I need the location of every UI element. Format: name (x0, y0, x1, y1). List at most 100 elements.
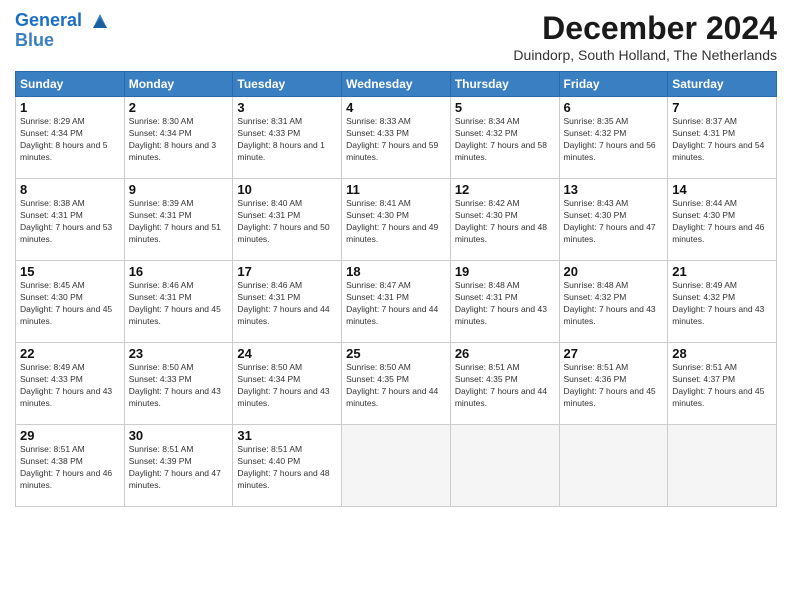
day-detail: Sunrise: 8:51 AMSunset: 4:35 PMDaylight:… (455, 362, 555, 410)
calendar-cell: 21 Sunrise: 8:49 AMSunset: 4:32 PMDaylig… (668, 261, 777, 343)
day-detail: Sunrise: 8:51 AMSunset: 4:40 PMDaylight:… (237, 444, 337, 492)
calendar-cell (559, 425, 668, 507)
day-number: 11 (346, 182, 446, 197)
day-number: 24 (237, 346, 337, 361)
day-number: 18 (346, 264, 446, 279)
col-header-wednesday: Wednesday (342, 72, 451, 97)
calendar-cell: 8 Sunrise: 8:38 AMSunset: 4:31 PMDayligh… (16, 179, 125, 261)
day-detail: Sunrise: 8:42 AMSunset: 4:30 PMDaylight:… (455, 198, 555, 246)
day-detail: Sunrise: 8:41 AMSunset: 4:30 PMDaylight:… (346, 198, 446, 246)
calendar-cell: 19 Sunrise: 8:48 AMSunset: 4:31 PMDaylig… (450, 261, 559, 343)
calendar-cell: 16 Sunrise: 8:46 AMSunset: 4:31 PMDaylig… (124, 261, 233, 343)
location: Duindorp, South Holland, The Netherlands (513, 47, 777, 63)
day-number: 7 (672, 100, 772, 115)
calendar-cell: 12 Sunrise: 8:42 AMSunset: 4:30 PMDaylig… (450, 179, 559, 261)
day-detail: Sunrise: 8:50 AMSunset: 4:34 PMDaylight:… (237, 362, 337, 410)
calendar-cell: 26 Sunrise: 8:51 AMSunset: 4:35 PMDaylig… (450, 343, 559, 425)
calendar-cell: 11 Sunrise: 8:41 AMSunset: 4:30 PMDaylig… (342, 179, 451, 261)
day-number: 31 (237, 428, 337, 443)
day-number: 4 (346, 100, 446, 115)
calendar-cell: 23 Sunrise: 8:50 AMSunset: 4:33 PMDaylig… (124, 343, 233, 425)
day-detail: Sunrise: 8:49 AMSunset: 4:33 PMDaylight:… (20, 362, 120, 410)
calendar-cell: 3 Sunrise: 8:31 AMSunset: 4:33 PMDayligh… (233, 97, 342, 179)
day-detail: Sunrise: 8:39 AMSunset: 4:31 PMDaylight:… (129, 198, 229, 246)
calendar-cell: 30 Sunrise: 8:51 AMSunset: 4:39 PMDaylig… (124, 425, 233, 507)
day-number: 21 (672, 264, 772, 279)
calendar-cell: 14 Sunrise: 8:44 AMSunset: 4:30 PMDaylig… (668, 179, 777, 261)
day-detail: Sunrise: 8:35 AMSunset: 4:32 PMDaylight:… (564, 116, 664, 164)
day-detail: Sunrise: 8:37 AMSunset: 4:31 PMDaylight:… (672, 116, 772, 164)
day-detail: Sunrise: 8:38 AMSunset: 4:31 PMDaylight:… (20, 198, 120, 246)
day-number: 26 (455, 346, 555, 361)
day-number: 16 (129, 264, 229, 279)
day-number: 10 (237, 182, 337, 197)
header: General Blue December 2024 Duindorp, Sou… (15, 10, 777, 63)
logo-text: General (15, 10, 111, 32)
col-header-tuesday: Tuesday (233, 72, 342, 97)
day-number: 19 (455, 264, 555, 279)
calendar-cell: 20 Sunrise: 8:48 AMSunset: 4:32 PMDaylig… (559, 261, 668, 343)
col-header-friday: Friday (559, 72, 668, 97)
day-detail: Sunrise: 8:40 AMSunset: 4:31 PMDaylight:… (237, 198, 337, 246)
calendar-cell: 10 Sunrise: 8:40 AMSunset: 4:31 PMDaylig… (233, 179, 342, 261)
calendar-cell (668, 425, 777, 507)
col-header-saturday: Saturday (668, 72, 777, 97)
day-number: 20 (564, 264, 664, 279)
day-detail: Sunrise: 8:33 AMSunset: 4:33 PMDaylight:… (346, 116, 446, 164)
calendar-cell: 18 Sunrise: 8:47 AMSunset: 4:31 PMDaylig… (342, 261, 451, 343)
day-detail: Sunrise: 8:51 AMSunset: 4:37 PMDaylight:… (672, 362, 772, 410)
calendar-cell: 24 Sunrise: 8:50 AMSunset: 4:34 PMDaylig… (233, 343, 342, 425)
day-number: 23 (129, 346, 229, 361)
calendar-cell: 1 Sunrise: 8:29 AMSunset: 4:34 PMDayligh… (16, 97, 125, 179)
calendar-cell (342, 425, 451, 507)
day-detail: Sunrise: 8:51 AMSunset: 4:39 PMDaylight:… (129, 444, 229, 492)
week-row-1: 1 Sunrise: 8:29 AMSunset: 4:34 PMDayligh… (16, 97, 777, 179)
day-number: 12 (455, 182, 555, 197)
col-header-monday: Monday (124, 72, 233, 97)
col-header-sunday: Sunday (16, 72, 125, 97)
week-row-5: 29 Sunrise: 8:51 AMSunset: 4:38 PMDaylig… (16, 425, 777, 507)
day-number: 27 (564, 346, 664, 361)
calendar-table: SundayMondayTuesdayWednesdayThursdayFrid… (15, 71, 777, 507)
calendar-cell: 13 Sunrise: 8:43 AMSunset: 4:30 PMDaylig… (559, 179, 668, 261)
day-detail: Sunrise: 8:30 AMSunset: 4:34 PMDaylight:… (129, 116, 229, 164)
day-detail: Sunrise: 8:46 AMSunset: 4:31 PMDaylight:… (129, 280, 229, 328)
day-detail: Sunrise: 8:50 AMSunset: 4:33 PMDaylight:… (129, 362, 229, 410)
month-title: December 2024 (513, 10, 777, 47)
calendar-cell: 31 Sunrise: 8:51 AMSunset: 4:40 PMDaylig… (233, 425, 342, 507)
week-row-4: 22 Sunrise: 8:49 AMSunset: 4:33 PMDaylig… (16, 343, 777, 425)
day-number: 28 (672, 346, 772, 361)
day-detail: Sunrise: 8:44 AMSunset: 4:30 PMDaylight:… (672, 198, 772, 246)
title-block: December 2024 Duindorp, South Holland, T… (513, 10, 777, 63)
day-detail: Sunrise: 8:51 AMSunset: 4:38 PMDaylight:… (20, 444, 120, 492)
calendar-cell (450, 425, 559, 507)
calendar-cell: 25 Sunrise: 8:50 AMSunset: 4:35 PMDaylig… (342, 343, 451, 425)
day-detail: Sunrise: 8:34 AMSunset: 4:32 PMDaylight:… (455, 116, 555, 164)
calendar-cell: 15 Sunrise: 8:45 AMSunset: 4:30 PMDaylig… (16, 261, 125, 343)
day-detail: Sunrise: 8:49 AMSunset: 4:32 PMDaylight:… (672, 280, 772, 328)
calendar-cell: 7 Sunrise: 8:37 AMSunset: 4:31 PMDayligh… (668, 97, 777, 179)
calendar-cell: 22 Sunrise: 8:49 AMSunset: 4:33 PMDaylig… (16, 343, 125, 425)
day-detail: Sunrise: 8:31 AMSunset: 4:33 PMDaylight:… (237, 116, 337, 164)
day-number: 30 (129, 428, 229, 443)
logo-line2: Blue (15, 30, 111, 51)
day-number: 5 (455, 100, 555, 115)
day-number: 14 (672, 182, 772, 197)
calendar-cell: 29 Sunrise: 8:51 AMSunset: 4:38 PMDaylig… (16, 425, 125, 507)
calendar-cell: 2 Sunrise: 8:30 AMSunset: 4:34 PMDayligh… (124, 97, 233, 179)
day-number: 8 (20, 182, 120, 197)
day-detail: Sunrise: 8:46 AMSunset: 4:31 PMDaylight:… (237, 280, 337, 328)
day-detail: Sunrise: 8:43 AMSunset: 4:30 PMDaylight:… (564, 198, 664, 246)
day-number: 13 (564, 182, 664, 197)
week-row-3: 15 Sunrise: 8:45 AMSunset: 4:30 PMDaylig… (16, 261, 777, 343)
day-number: 25 (346, 346, 446, 361)
day-number: 9 (129, 182, 229, 197)
day-number: 2 (129, 100, 229, 115)
day-number: 29 (20, 428, 120, 443)
day-number: 1 (20, 100, 120, 115)
day-number: 6 (564, 100, 664, 115)
calendar-cell: 6 Sunrise: 8:35 AMSunset: 4:32 PMDayligh… (559, 97, 668, 179)
calendar-cell: 17 Sunrise: 8:46 AMSunset: 4:31 PMDaylig… (233, 261, 342, 343)
day-number: 15 (20, 264, 120, 279)
col-header-thursday: Thursday (450, 72, 559, 97)
